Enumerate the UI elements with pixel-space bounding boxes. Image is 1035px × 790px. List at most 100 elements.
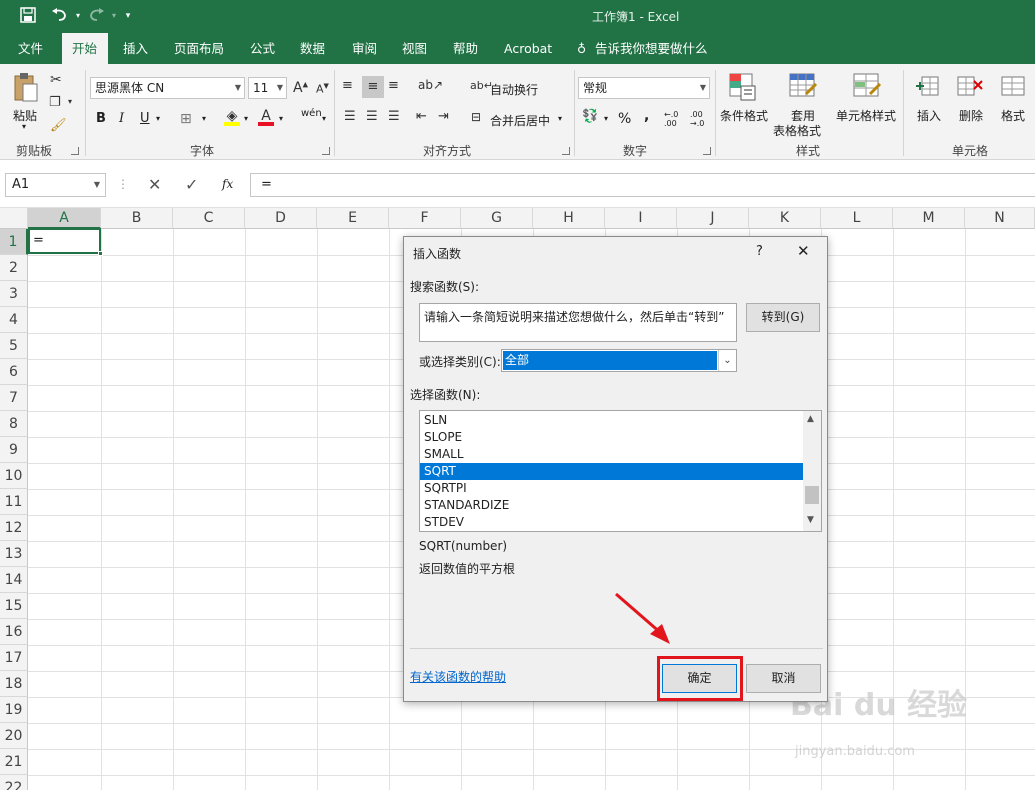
cancel-entry-icon[interactable]: ✕ (148, 175, 161, 194)
insert-cells-button[interactable]: 插入 (917, 107, 941, 124)
format-as-table-icon[interactable] (788, 72, 818, 102)
column-header[interactable]: M (893, 208, 965, 229)
row-header[interactable]: 20 (0, 723, 28, 749)
tab-data[interactable]: 数据 (290, 33, 335, 64)
column-header[interactable]: F (389, 208, 461, 229)
cell-styles-icon[interactable] (852, 72, 882, 102)
tab-help[interactable]: 帮助 (443, 33, 488, 64)
row-header[interactable]: 17 (0, 645, 28, 671)
function-list[interactable]: SLN SLOPE SMALL SQRT SQRTPI STANDARDIZE … (419, 410, 822, 532)
font-color-icon[interactable]: A (258, 108, 274, 126)
row-header[interactable]: 9 (0, 437, 28, 463)
paste-icon[interactable] (12, 72, 40, 104)
row-header[interactable]: 7 (0, 385, 28, 411)
column-header[interactable]: B (101, 208, 173, 229)
row-header[interactable]: 10 (0, 463, 28, 489)
undo-dropdown-icon[interactable]: ▾ (68, 7, 88, 25)
enter-entry-icon[interactable]: ✓ (185, 175, 198, 194)
decrease-decimal-button[interactable]: .00 →.0 (690, 110, 710, 128)
chevron-down-icon[interactable]: ▼ (94, 174, 100, 196)
align-top-icon[interactable]: ≡ (342, 78, 353, 93)
tab-formulas[interactable]: 公式 (240, 33, 285, 64)
increase-decimal-button[interactable]: ←.0 .00 (664, 110, 684, 128)
align-right-icon[interactable]: ☰ (388, 109, 400, 124)
currency-icon[interactable]: 💱 (582, 109, 598, 124)
cut-icon[interactable]: ✂ (50, 72, 62, 88)
save-icon[interactable] (18, 7, 38, 25)
format-as-table-label-2[interactable]: 表格格式 (773, 122, 821, 139)
column-header[interactable]: N (965, 208, 1035, 229)
row-header[interactable]: 16 (0, 619, 28, 645)
cancel-button[interactable]: 取消 (746, 664, 821, 693)
delete-cells-icon[interactable] (956, 73, 984, 101)
scroll-down-icon[interactable]: ▼ (807, 515, 814, 525)
row-header[interactable]: 3 (0, 281, 28, 307)
insert-function-button[interactable]: fx (222, 177, 233, 191)
copy-icon[interactable]: ❐ (49, 95, 61, 110)
decrease-font-icon[interactable]: A▼ (316, 82, 329, 96)
paste-dropdown-icon[interactable]: ▾ (22, 122, 26, 131)
row-header[interactable]: 12 (0, 515, 28, 541)
list-item[interactable]: SQRTPI (420, 480, 803, 497)
tab-view[interactable]: 视图 (392, 33, 437, 64)
currency-dropdown-icon[interactable]: ▾ (604, 114, 608, 123)
column-header[interactable]: K (749, 208, 821, 229)
row-header[interactable]: 4 (0, 307, 28, 333)
fill-handle[interactable] (98, 251, 103, 256)
comma-button[interactable]: , (644, 108, 649, 124)
help-link[interactable]: 有关该函数的帮助 (410, 668, 506, 685)
scroll-up-icon[interactable]: ▲ (807, 414, 814, 424)
row-header[interactable]: 18 (0, 671, 28, 697)
row-header[interactable]: 11 (0, 489, 28, 515)
cell-styles-button[interactable]: 单元格样式 (836, 107, 896, 124)
underline-dropdown-icon[interactable]: ▾ (156, 114, 160, 123)
go-button[interactable]: 转到(G) (746, 303, 820, 332)
list-item[interactable]: SLOPE (420, 429, 803, 446)
list-item-selected[interactable]: SQRT (420, 463, 803, 480)
list-item[interactable]: SMALL (420, 446, 803, 463)
help-button[interactable]: ? (756, 244, 763, 259)
tab-file[interactable]: 文件 (8, 33, 53, 64)
column-header[interactable]: A (28, 208, 101, 229)
row-header[interactable]: 15 (0, 593, 28, 619)
tab-insert[interactable]: 插入 (113, 33, 158, 64)
tab-review[interactable]: 审阅 (342, 33, 387, 64)
column-header[interactable]: G (461, 208, 533, 229)
italic-button[interactable]: I (119, 111, 124, 126)
merge-center-button[interactable]: 合并后居中 (490, 112, 550, 129)
name-box[interactable]: A1 ▼ (5, 173, 106, 197)
alignment-launcher-icon[interactable] (562, 147, 570, 155)
align-middle-icon[interactable]: ≡ (362, 76, 384, 98)
column-header[interactable]: D (245, 208, 317, 229)
align-bottom-icon[interactable]: ≡ (388, 78, 399, 93)
phonetic-button[interactable]: wén (301, 108, 322, 119)
clipboard-launcher-icon[interactable] (71, 147, 79, 155)
row-header[interactable]: 21 (0, 749, 28, 775)
phonetic-dropdown-icon[interactable]: ▾ (322, 114, 326, 123)
font-name-dropdown[interactable]: 思源黑体 CN ▼ (90, 77, 245, 99)
cell-a1[interactable]: = (28, 228, 101, 254)
tab-acrobat[interactable]: Acrobat (494, 33, 562, 64)
row-header[interactable]: 22 (0, 775, 28, 790)
row-header[interactable]: 8 (0, 411, 28, 437)
bold-button[interactable]: B (96, 111, 106, 126)
list-item[interactable]: SLN (420, 412, 803, 429)
chevron-down-icon[interactable]: ⌄ (718, 350, 736, 371)
row-header[interactable]: 19 (0, 697, 28, 723)
undo-icon[interactable] (50, 7, 70, 25)
number-format-dropdown[interactable]: 常规 ▼ (578, 77, 710, 99)
column-header[interactable]: I (605, 208, 677, 229)
column-header[interactable]: L (821, 208, 893, 229)
redo-icon[interactable] (86, 7, 106, 25)
column-header[interactable]: C (173, 208, 245, 229)
copy-dropdown-icon[interactable]: ▾ (68, 97, 72, 106)
align-center-icon[interactable]: ☰ (366, 109, 378, 124)
row-header[interactable]: 5 (0, 333, 28, 359)
select-all-corner[interactable] (0, 208, 28, 229)
merge-dropdown-icon[interactable]: ▾ (558, 114, 562, 123)
row-header[interactable]: 14 (0, 567, 28, 593)
row-header[interactable]: 2 (0, 255, 28, 281)
conditional-format-button[interactable]: 条件格式 (720, 107, 768, 124)
row-header[interactable]: 6 (0, 359, 28, 385)
tab-page-layout[interactable]: 页面布局 (164, 33, 234, 64)
